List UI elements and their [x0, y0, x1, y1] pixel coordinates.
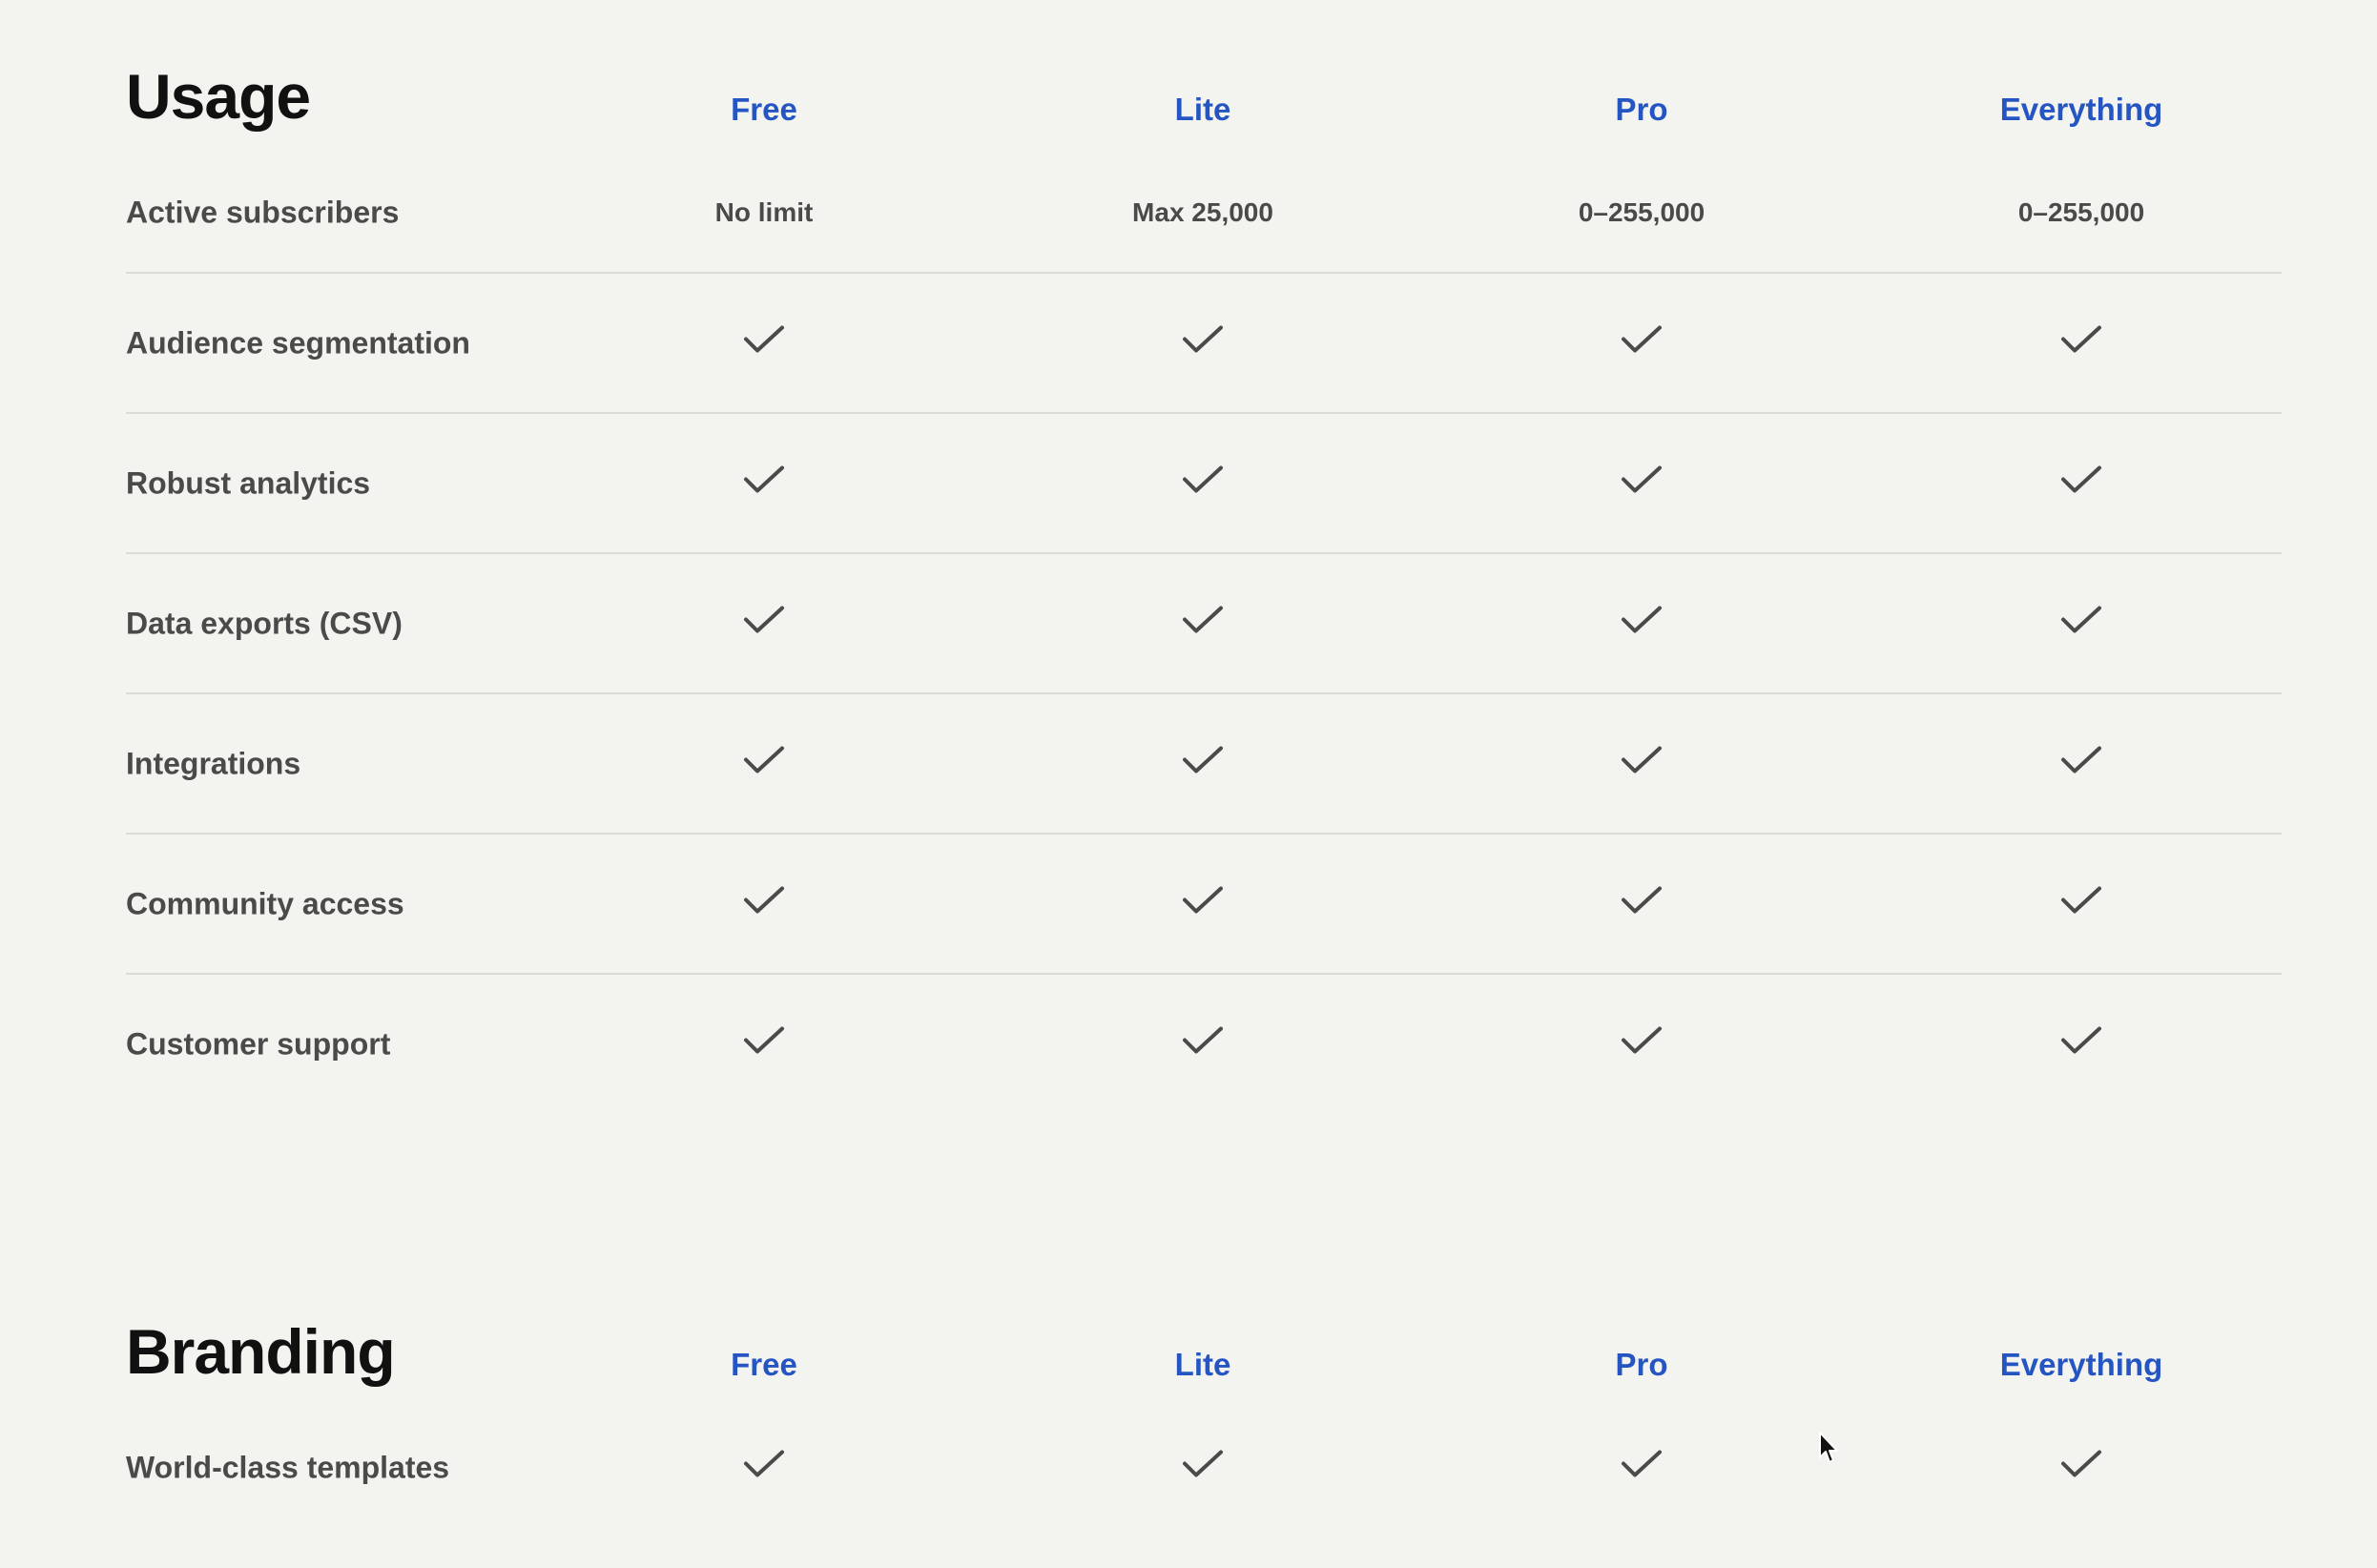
cell-check	[1499, 1025, 1785, 1063]
plan-label-pro[interactable]: Pro	[1499, 1349, 1785, 1380]
cell-check	[621, 885, 907, 922]
usage-section-title: Usage	[126, 61, 311, 132]
cell-check	[621, 605, 907, 642]
table-row: Active subscribers No limit Max 25,000 0…	[126, 153, 2282, 274]
cell-check	[1060, 885, 1346, 922]
checkmark-icon	[1182, 324, 1224, 355]
cell-check	[1499, 464, 1785, 502]
feature-name: Active subscribers	[126, 195, 400, 229]
cell-check	[1060, 324, 1346, 361]
cell-check	[1938, 605, 2224, 642]
mouse-pointer-icon	[1819, 1432, 1838, 1463]
feature-name: Customer support	[126, 1026, 391, 1061]
feature-name: Audience segmentation	[126, 325, 470, 360]
cell-check	[1938, 1449, 2224, 1486]
plan-label-everything[interactable]: Everything	[1938, 1349, 2224, 1380]
cell-check	[1938, 885, 2224, 922]
table-row: Integrations	[126, 694, 2282, 835]
cell-check	[1499, 1449, 1785, 1486]
cell-check	[1499, 745, 1785, 782]
plan-label-everything[interactable]: Everything	[1938, 93, 2224, 125]
cell-check	[1060, 464, 1346, 502]
checkmark-icon	[743, 1449, 785, 1479]
checkmark-icon	[743, 745, 785, 775]
cell-value: No limit	[714, 196, 814, 227]
checkmark-icon	[1182, 1449, 1224, 1479]
feature-name: Data exports (CSV)	[126, 606, 403, 640]
checkmark-icon	[2060, 1449, 2102, 1479]
checkmark-icon	[1621, 745, 1663, 775]
checkmark-icon	[1182, 1025, 1224, 1056]
plan-label-pro[interactable]: Pro	[1499, 93, 1785, 125]
checkmark-icon	[743, 1025, 785, 1056]
checkmark-icon	[1621, 324, 1663, 355]
checkmark-icon	[2060, 464, 2102, 495]
checkmark-icon	[1621, 605, 1663, 635]
plan-label-free[interactable]: Free	[621, 93, 907, 125]
cell-check	[621, 1449, 907, 1486]
checkmark-icon	[743, 324, 785, 355]
table-row: Community access	[126, 835, 2282, 975]
feature-name: Community access	[126, 886, 404, 920]
table-row: World-class templates	[126, 1408, 2282, 1527]
cell-check	[1938, 745, 2224, 782]
cell-check	[1499, 885, 1785, 922]
checkmark-icon	[2060, 1025, 2102, 1056]
checkmark-icon	[743, 885, 785, 916]
cell-value: 0–255,000	[2017, 196, 2145, 227]
checkmark-icon	[1621, 1025, 1663, 1056]
cell-check	[621, 464, 907, 502]
checkmark-icon	[1182, 745, 1224, 775]
feature-name: Robust analytics	[126, 465, 371, 500]
usage-section: Usage Free Lite Pro Everything Active su…	[126, 57, 2282, 1113]
cell-check	[1938, 324, 2224, 361]
checkmark-icon	[1621, 1449, 1663, 1479]
cell-check	[1499, 324, 1785, 361]
table-row: Audience segmentation	[126, 274, 2282, 414]
checkmark-icon	[2060, 885, 2102, 916]
cell-check	[621, 1025, 907, 1063]
checkmark-icon	[1621, 885, 1663, 916]
cell-check	[1060, 1449, 1346, 1486]
plan-label-lite[interactable]: Lite	[1060, 93, 1346, 125]
cell-value: Max 25,000	[1132, 196, 1273, 227]
feature-name: World-class templates	[126, 1450, 450, 1484]
cell-check	[621, 324, 907, 361]
branding-section: Branding Free Lite Pro Everything World-…	[126, 1312, 2282, 1527]
checkmark-icon	[743, 464, 785, 495]
checkmark-icon	[2060, 745, 2102, 775]
cell-value: 0–255,000	[1578, 196, 1705, 227]
checkmark-icon	[2060, 324, 2102, 355]
cell-check	[1499, 605, 1785, 642]
cell-check	[1060, 1025, 1346, 1063]
table-row: Customer support	[126, 975, 2282, 1113]
cell-check	[1938, 1025, 2224, 1063]
table-row: Data exports (CSV)	[126, 554, 2282, 694]
checkmark-icon	[2060, 605, 2102, 635]
table-row: Robust analytics	[126, 414, 2282, 554]
cell-check	[1060, 605, 1346, 642]
checkmark-icon	[1182, 885, 1224, 916]
cell-check	[1060, 745, 1346, 782]
branding-section-title: Branding	[126, 1316, 396, 1387]
branding-header-row: Branding Free Lite Pro Everything	[126, 1312, 2282, 1408]
plan-label-lite[interactable]: Lite	[1060, 1349, 1346, 1380]
plan-label-free[interactable]: Free	[621, 1349, 907, 1380]
checkmark-icon	[1182, 464, 1224, 495]
cell-check	[1938, 464, 2224, 502]
cell-check	[621, 745, 907, 782]
checkmark-icon	[1182, 605, 1224, 635]
checkmark-icon	[1621, 464, 1663, 495]
checkmark-icon	[743, 605, 785, 635]
usage-header-row: Usage Free Lite Pro Everything	[126, 57, 2282, 153]
feature-name: Integrations	[126, 746, 301, 780]
